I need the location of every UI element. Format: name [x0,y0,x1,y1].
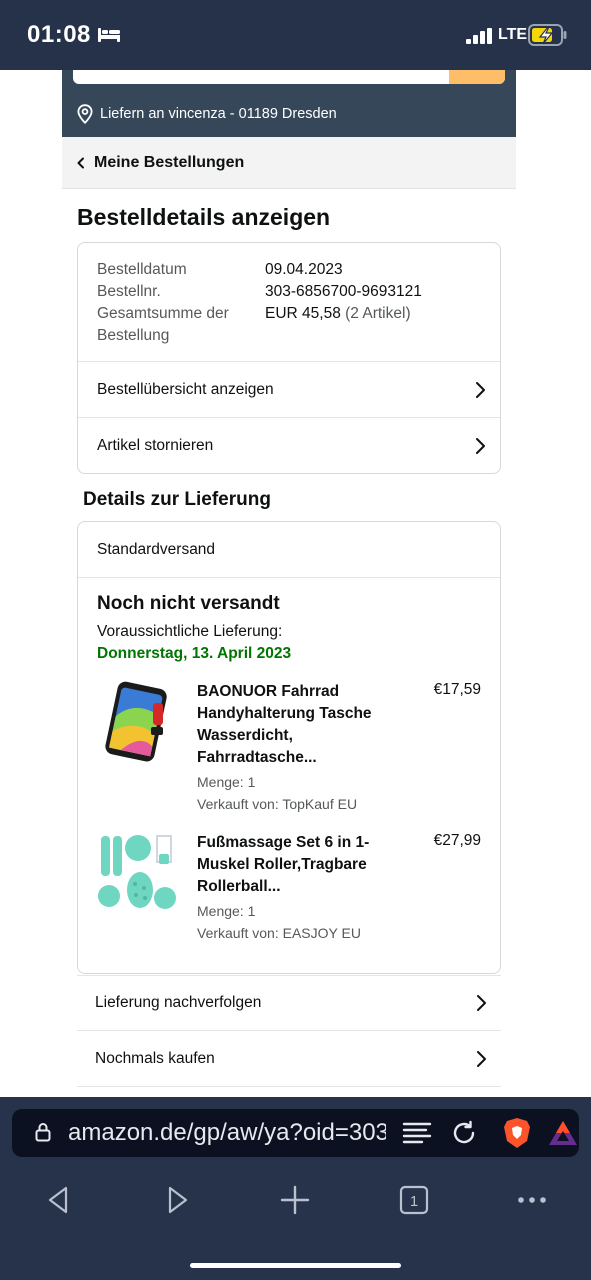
order-date-row: Bestelldatum 09.04.2023 [97,259,481,281]
order-item-count: (2 Artikel) [345,305,411,322]
order-item: Fußmassage Set 6 in 1-Muskel Roller,Trag… [78,832,500,956]
buy-again-link[interactable]: Nochmals kaufen [77,1031,501,1087]
lock-icon [35,1123,51,1142]
track-delivery-link[interactable]: Lieferung nachverfolgen [77,975,501,1031]
order-number-value: 303-6856700-9693121 [265,283,422,300]
brave-shields-icon[interactable] [503,1117,531,1149]
track-delivery-label: Lieferung nachverfolgen [95,994,262,1011]
delivery-location[interactable]: Liefern an vincenza - 01189 Dresden [76,104,337,124]
cancel-items-link[interactable]: Artikel stornieren [78,417,500,473]
shipping-method: Standardversand [78,522,500,578]
sleep-mode-icon [98,28,120,42]
order-number-label: Bestellnr. [97,283,161,300]
order-info: Bestelldatum 09.04.2023 Bestellnr. 303-6… [78,243,500,361]
buy-again-label: Nochmals kaufen [95,1049,215,1067]
reload-icon[interactable] [450,1119,478,1147]
reader-mode-icon[interactable] [402,1121,432,1145]
item-info: Fußmassage Set 6 in 1-Muskel Roller,Trag… [197,832,411,944]
order-number-row: Bestellnr. 303-6856700-9693121 [97,281,481,303]
location-pin-icon [77,104,93,124]
tabs-icon: 1 [399,1185,429,1215]
chevron-right-icon [476,437,485,454]
page-title: Bestelldetails anzeigen [77,204,331,230]
delivery-card: Standardversand Noch nicht versandt Vora… [77,521,501,974]
item-title-link[interactable]: BAONUOR Fahrrad Handyhalterung Tasche Wa… [197,681,411,769]
back-label: Meine Bestellungen [94,153,245,171]
more-menu-icon[interactable] [516,1184,548,1216]
order-total-amount: EUR 45,58 [265,305,341,322]
delivery-section-title: Details zur Lieferung [83,489,271,510]
order-total-value: EUR 45,58 (2 Artikel) [265,303,411,347]
browser-toolbar: amazon.de/gp/aw/ya?oid=303 1 [0,1097,591,1280]
shipment-status-title: Noch nicht versandt [97,593,280,614]
address-bar[interactable]: amazon.de/gp/aw/ya?oid=303 [12,1109,579,1157]
brave-rewards-icon[interactable] [548,1119,578,1147]
item-seller: Verkauft von: EASJOY EU [197,925,361,941]
order-date-value: 09.04.2023 [265,261,343,278]
new-tab-plus-icon[interactable] [279,1184,311,1216]
forward-arrow-icon[interactable] [161,1184,193,1216]
delivery-location-text: Liefern an vincenza - 01189 Dresden [100,106,337,122]
chevron-right-icon [477,995,486,1011]
chevron-right-icon [476,381,485,398]
view-order-summary-label: Bestellübersicht anzeigen [97,380,274,398]
back-arrow-icon[interactable] [43,1184,75,1216]
home-indicator[interactable] [190,1263,401,1268]
network-type: LTE [498,26,528,43]
battery-charging-icon [528,24,567,46]
status-bar: 01:08 LTE [0,0,591,70]
tab-switcher-button[interactable]: 1 [398,1184,430,1216]
amazon-header: Liefern an vincenza - 01189 Dresden [62,70,516,137]
item-quantity: Menge: 1 [197,903,256,919]
search-button[interactable] [449,70,505,84]
chevron-right-icon [477,1050,486,1067]
chevron-left-icon [77,157,84,168]
order-total-row: Gesamtsumme der Bestellung EUR 45,58 (2 … [97,303,481,347]
view-order-summary-link[interactable]: Bestellübersicht anzeigen [78,361,500,417]
cancel-items-label: Artikel stornieren [97,436,214,454]
phone-bike-bag-image[interactable] [97,681,179,763]
item-price: €17,59 [433,681,481,698]
order-info-card: Bestelldatum 09.04.2023 Bestellnr. 303-6… [77,242,501,474]
expected-delivery-label: Voraussichtliche Lieferung: [97,623,283,640]
order-date-label: Bestelldatum [97,261,187,278]
foot-massage-set-image[interactable] [97,832,179,914]
search-input[interactable] [73,70,505,84]
browser-navigation: 1 [0,1184,591,1216]
item-info: BAONUOR Fahrrad Handyhalterung Tasche Wa… [197,681,411,815]
order-total-label: Gesamtsumme der Bestellung [97,305,229,344]
url-text[interactable]: amazon.de/gp/aw/ya?oid=303 [68,1119,386,1147]
status-time: 01:08 [27,21,91,48]
order-item: BAONUOR Fahrrad Handyhalterung Tasche Wa… [78,681,500,827]
item-title-link[interactable]: Fußmassage Set 6 in 1-Muskel Roller,Trag… [197,832,411,898]
item-seller: Verkauft von: TopKauf EU [197,796,358,812]
back-to-orders-link[interactable]: Meine Bestellungen [62,137,516,189]
item-price: €27,99 [433,832,481,849]
expected-delivery-date: Donnerstag, 13. April 2023 [97,645,292,662]
shipment-status: Noch nicht versandt Voraussichtliche Lie… [78,578,500,665]
item-quantity: Menge: 1 [197,774,256,790]
tab-count: 1 [410,1193,418,1210]
signal-icon [466,28,492,44]
